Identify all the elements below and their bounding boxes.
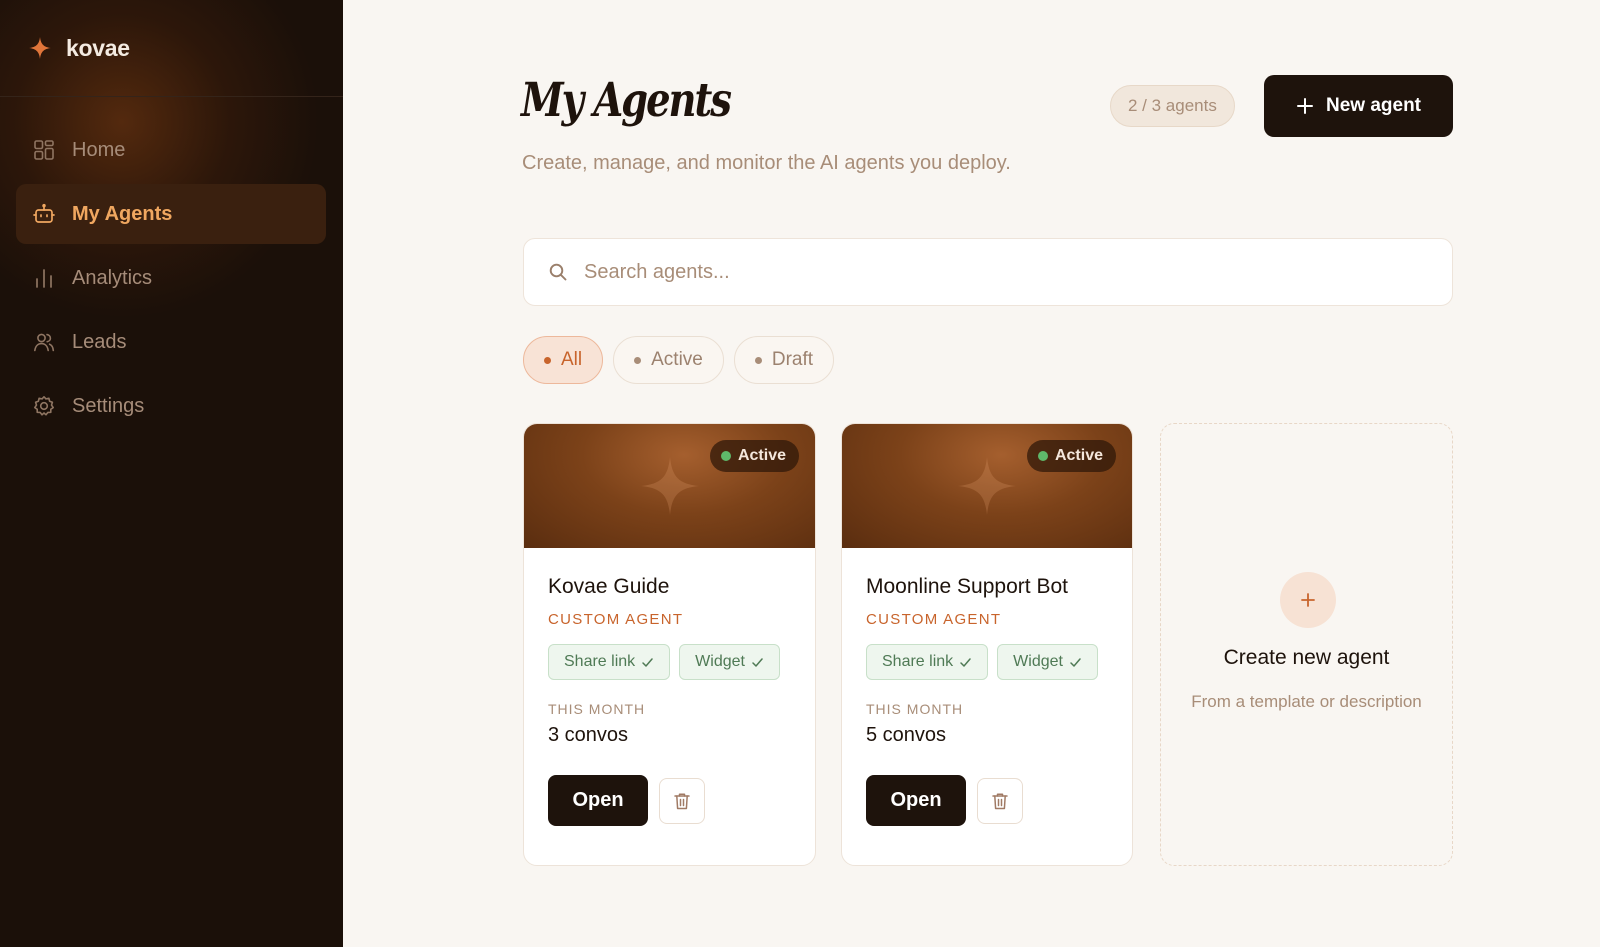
- tag-widget: Widget: [679, 644, 780, 680]
- sidebar-item-leads[interactable]: Leads: [16, 312, 326, 372]
- new-agent-button[interactable]: New agent: [1264, 75, 1453, 137]
- main-content: My Agents Create, manage, and monitor th…: [343, 0, 1600, 947]
- sidebar: kovae Home My Agents Analytics Leads Set…: [0, 0, 343, 947]
- sidebar-item-label: Home: [72, 138, 126, 161]
- create-plus-button: [1280, 572, 1336, 628]
- period-label: THIS MONTH: [548, 701, 646, 717]
- sidebar-item-label: My Agents: [72, 202, 173, 225]
- tag-share-link: Share link: [548, 644, 671, 680]
- sidebar-item-label: Leads: [72, 330, 127, 353]
- filter-dot: [634, 356, 642, 364]
- agent-name: Moonline Support Bot: [866, 575, 1068, 598]
- card-actions: Open: [866, 775, 1108, 826]
- search-input[interactable]: [582, 259, 1402, 285]
- check-icon: [642, 657, 653, 667]
- status-filters: All Active Draft: [523, 336, 835, 384]
- bar-chart-icon: [33, 267, 55, 289]
- filter-dot: [754, 356, 762, 364]
- users-icon: [33, 331, 55, 353]
- sidebar-item-label: Analytics: [72, 266, 153, 289]
- agent-type: CUSTOM AGENT: [548, 611, 684, 628]
- sparkle-logo-icon: [29, 37, 51, 59]
- card-actions: Open: [548, 775, 791, 826]
- brand[interactable]: kovae: [28, 33, 130, 63]
- status-dot: [720, 451, 731, 461]
- gear-icon: [33, 395, 55, 417]
- card-body: Kovae Guide CUSTOM AGENT Share link Widg…: [524, 548, 815, 826]
- sidebar-item-settings[interactable]: Settings: [16, 376, 326, 436]
- brand-name: kovae: [66, 34, 130, 61]
- status-dot: [1037, 451, 1048, 461]
- agent-type: CUSTOM AGENT: [866, 611, 1002, 628]
- sparkle-icon: [958, 457, 1016, 515]
- check-icon: [960, 657, 971, 667]
- sparkle-icon: [640, 457, 699, 515]
- filter-all[interactable]: All: [523, 336, 604, 384]
- tag-widget: Widget: [997, 644, 1098, 680]
- check-icon: [752, 657, 763, 667]
- plus-icon: [1301, 593, 1315, 607]
- agent-name: Kovae Guide: [548, 575, 670, 598]
- plus-icon: [1296, 98, 1313, 114]
- create-card-title: Create new agent: [1223, 646, 1390, 669]
- trash-icon: [674, 792, 690, 809]
- sidebar-item-label: Settings: [72, 394, 145, 417]
- tag-label: Share link: [564, 653, 636, 670]
- sidebar-divider: [0, 96, 343, 97]
- status-label: Active: [1054, 447, 1103, 464]
- new-agent-label: New agent: [1325, 95, 1422, 116]
- agent-count-badge: 2 / 3 agents: [1110, 85, 1235, 127]
- tag-label: Widget: [695, 653, 745, 670]
- filter-label: Active: [651, 349, 703, 370]
- bot-icon: [33, 203, 55, 225]
- create-card-subtitle: From a template or description: [1191, 692, 1422, 711]
- sidebar-item-home[interactable]: Home: [16, 120, 326, 180]
- open-button[interactable]: Open: [548, 775, 648, 826]
- page-title: My Agents: [521, 73, 732, 128]
- delete-button[interactable]: [659, 777, 705, 824]
- sidebar-nav: Home My Agents Analytics Leads Settings: [16, 120, 326, 440]
- delete-button[interactable]: [977, 777, 1023, 824]
- card-banner: Active: [842, 424, 1132, 548]
- channel-tags: Share link Widget: [866, 644, 1108, 680]
- card-banner: Active: [524, 424, 815, 548]
- tag-label: Widget: [1013, 653, 1063, 670]
- agent-card-grid: Active Kovae Guide CUSTOM AGENT Share li…: [523, 423, 1453, 866]
- status-badge: Active: [709, 440, 799, 472]
- grid-icon: [33, 139, 55, 161]
- agent-card[interactable]: Active Kovae Guide CUSTOM AGENT Share li…: [523, 423, 816, 866]
- sidebar-item-analytics[interactable]: Analytics: [16, 248, 326, 308]
- tag-share-link: Share link: [866, 644, 989, 680]
- sidebar-item-my-agents[interactable]: My Agents: [16, 184, 326, 244]
- card-body: Moonline Support Bot CUSTOM AGENT Share …: [842, 548, 1132, 826]
- open-button[interactable]: Open: [866, 775, 966, 826]
- status-badge: Active: [1026, 440, 1116, 472]
- check-icon: [1070, 657, 1081, 667]
- trash-icon: [992, 792, 1008, 809]
- status-label: Active: [737, 447, 786, 464]
- filter-label: All: [561, 349, 583, 370]
- period-label: THIS MONTH: [866, 701, 964, 717]
- page-subtitle: Create, manage, and monitor the AI agent…: [522, 152, 1011, 174]
- create-agent-card[interactable]: Create new agent From a template or desc…: [1160, 423, 1453, 866]
- agent-card[interactable]: Active Moonline Support Bot CUSTOM AGENT…: [841, 423, 1133, 866]
- filter-label: Draft: [771, 349, 814, 370]
- search-box[interactable]: [523, 238, 1453, 306]
- filter-active[interactable]: Active: [613, 336, 724, 384]
- tag-label: Share link: [882, 653, 954, 670]
- filter-draft[interactable]: Draft: [733, 336, 835, 384]
- search-icon: [549, 263, 567, 281]
- channel-tags: Share link Widget: [548, 644, 791, 680]
- filter-dot: [544, 356, 551, 364]
- convo-count: 3 convos: [548, 724, 629, 746]
- convo-count: 5 convos: [866, 724, 947, 746]
